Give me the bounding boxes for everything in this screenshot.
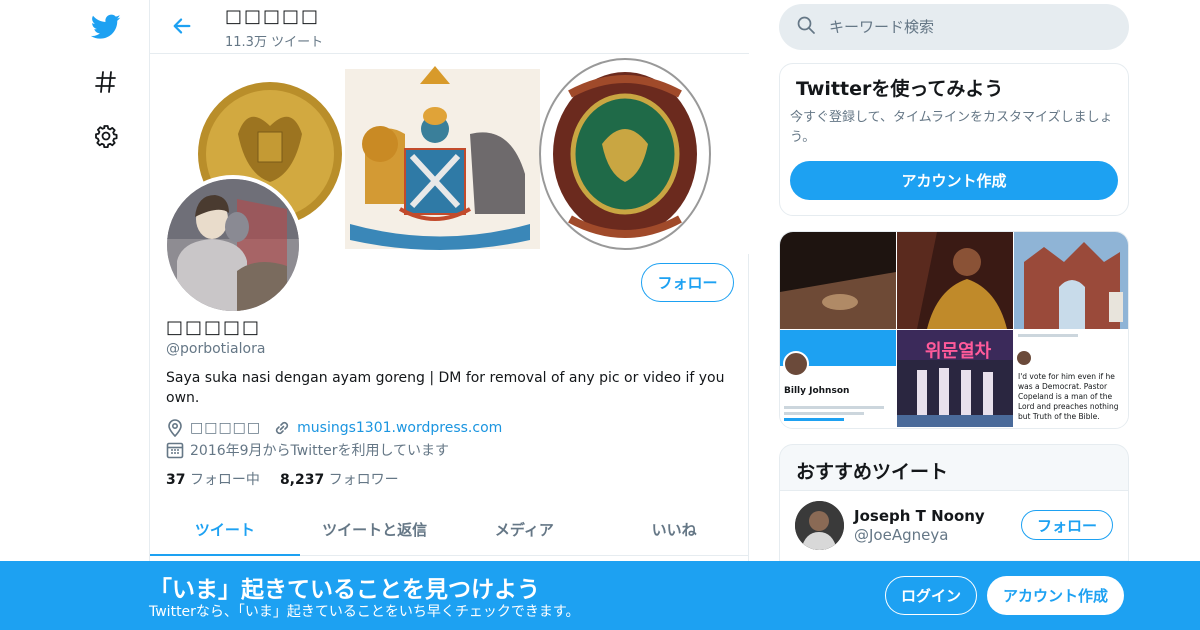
bottom-create-account-button[interactable]: アカウント作成 xyxy=(987,576,1124,615)
media-thumb[interactable] xyxy=(1014,232,1128,329)
recommended-user-avatar[interactable] xyxy=(795,501,844,550)
create-account-button[interactable]: アカウント作成 xyxy=(790,161,1118,200)
recommended-user-name[interactable]: Joseph T Noony xyxy=(854,507,985,525)
page: □□□□□ 11.3万 ツイート フォロー □□□□□ @porbotialor… xyxy=(0,0,1200,630)
profile-meta-location-website: □□□□□ musings1301.wordpress.com xyxy=(166,417,502,439)
twitter-bird-glyph xyxy=(91,14,121,39)
tab-likes[interactable]: いいね xyxy=(599,503,749,555)
profile-column: □□□□□ 11.3万 ツイート フォロー □□□□□ @porbotialor… xyxy=(149,0,749,630)
coat-of-arms-emblem xyxy=(345,66,540,250)
bottom-bar-subtitle: Twitterなら、「いま」起きていることをいち早くチェックできます。 xyxy=(149,604,580,620)
avatar-illustration xyxy=(167,179,299,311)
oval-seal-emblem xyxy=(539,58,711,250)
profile-avatar[interactable] xyxy=(163,175,303,315)
followers-count: 8,237 xyxy=(279,472,325,488)
link-icon xyxy=(273,419,291,437)
media-thumb[interactable] xyxy=(897,232,1013,329)
recommended-follow-button[interactable]: フォロー xyxy=(1021,510,1113,540)
header-tweet-count: 11.3万 ツイート xyxy=(225,35,324,50)
media-thumb-text: 위문열차 xyxy=(925,341,992,362)
following-stat[interactable]: 37 フォロー中 xyxy=(166,469,260,489)
follow-button[interactable]: フォロー xyxy=(641,263,734,302)
hashtag-icon[interactable] xyxy=(84,60,128,104)
search-input[interactable] xyxy=(829,18,1099,36)
media-thumb-tweet-screenshot[interactable]: I'd vote for him even if he was a Democr… xyxy=(1014,330,1128,427)
back-arrow-glyph xyxy=(173,18,191,34)
media-grid: Billy Johnson 위문열차 I'd vote for him even… xyxy=(779,231,1129,429)
tab-media[interactable]: メディア xyxy=(450,503,600,555)
media-thumb[interactable] xyxy=(780,232,896,329)
profile-website-link[interactable]: musings1301.wordpress.com xyxy=(297,420,502,436)
media-thumb-text: I'd vote for him even if he was a Democr… xyxy=(1018,372,1119,421)
followers-stat[interactable]: 8,237 フォロワー xyxy=(280,469,399,489)
signup-card-title: Twitterを使ってみよう xyxy=(796,78,1004,100)
profile-stats: 37 フォロー中 8,237 フォロワー xyxy=(166,469,399,489)
calendar-icon xyxy=(166,441,184,459)
profile-handle: @porbotialora xyxy=(166,341,266,357)
recommended-user-handle: @JoeAgneya xyxy=(854,526,949,544)
recommended-title: おすすめツイート xyxy=(796,461,949,483)
login-button[interactable]: ログイン xyxy=(885,576,977,615)
profile-name: □□□□□ xyxy=(166,317,262,338)
twitter-bird-icon[interactable] xyxy=(84,5,128,49)
signup-card: Twitterを使ってみよう 今すぐ登録して、タイムラインをカスタマイズしましょ… xyxy=(779,63,1129,216)
media-thumb-text: Billy Johnson xyxy=(784,386,850,396)
profile-bio: Saya suka nasi dengan ayam goreng | DM f… xyxy=(166,370,725,406)
bottom-signup-bar: 「いま」起きていることを見つけよう Twitterなら、「いま」起きていることを… xyxy=(0,561,1200,630)
recommended-user-row[interactable]: Joseph T Noony @JoeAgneya フォロー xyxy=(780,490,1128,560)
media-thumb-billy-johnson[interactable]: Billy Johnson xyxy=(780,330,896,427)
following-label: フォロー中 xyxy=(189,472,260,488)
profile-header-bar: □□□□□ 11.3万 ツイート xyxy=(150,0,749,54)
profile-location: □□□□□ xyxy=(190,420,262,436)
profile-meta-joined: 2016年9月からTwitterを利用しています xyxy=(166,439,449,461)
followers-label: フォロワー xyxy=(328,472,399,488)
search-box xyxy=(779,4,1129,50)
media-thumb-stage[interactable]: 위문열차 xyxy=(897,330,1013,427)
signup-card-text: 今すぐ登録して、タイムラインをカスタマイズしましょう。 xyxy=(790,110,1113,145)
profile-tabs: ツイート ツイートと返信 メディア いいね xyxy=(150,503,749,556)
hashtag-glyph xyxy=(95,71,116,93)
tab-tweets-and-replies[interactable]: ツイートと返信 xyxy=(300,503,450,555)
header-profile-name: □□□□□ xyxy=(225,6,321,27)
profile-joined-date: 2016年9月からTwitterを利用しています xyxy=(190,443,450,459)
gear-glyph xyxy=(95,125,118,148)
following-count: 37 xyxy=(166,472,186,488)
gear-icon[interactable] xyxy=(84,114,128,158)
bottom-bar-title: 「いま」起きていることを見つけよう xyxy=(149,577,540,603)
search-icon xyxy=(797,16,815,38)
location-pin-icon xyxy=(166,419,184,437)
tab-tweets[interactable]: ツイート xyxy=(150,503,300,556)
back-arrow-icon[interactable] xyxy=(166,10,198,42)
